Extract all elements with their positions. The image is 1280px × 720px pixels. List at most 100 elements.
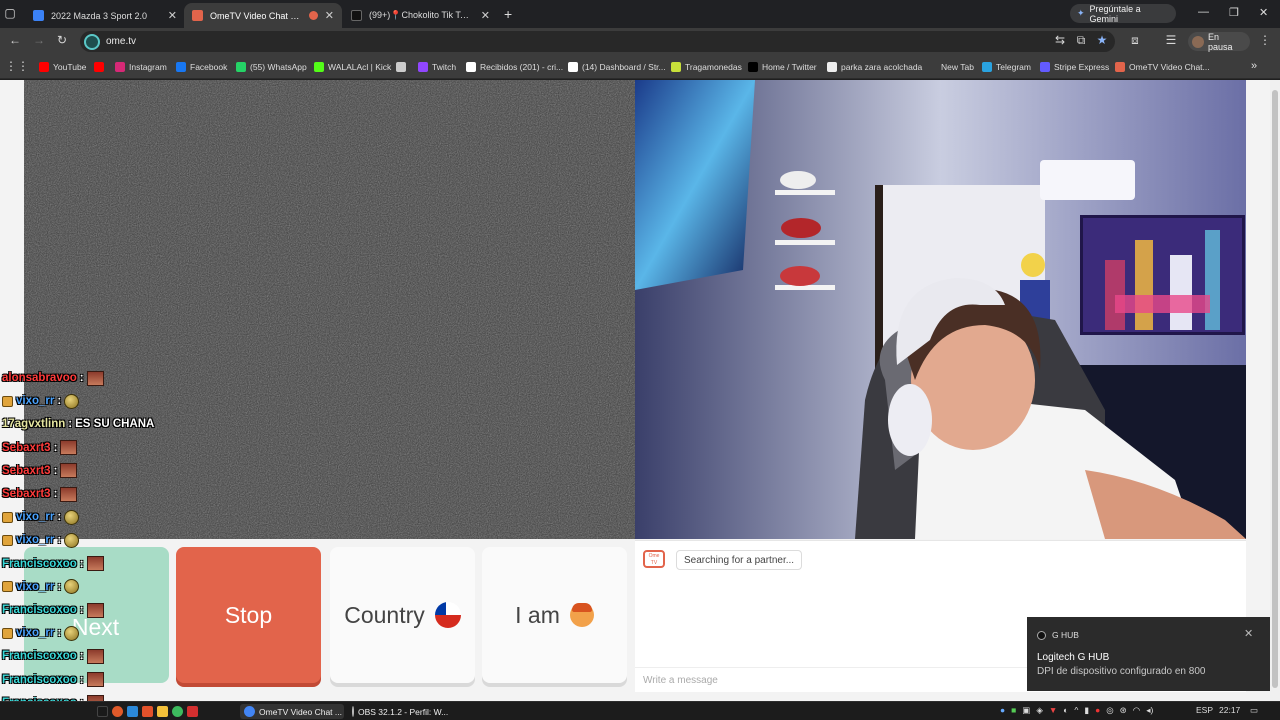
bookmark-favicon-icon (115, 62, 125, 72)
gemini-icon: ✦ (1077, 8, 1085, 18)
notification-center-icon[interactable]: ▭ (1250, 705, 1258, 716)
bookmark-item[interactable]: (14) Dashboard / Str... (568, 60, 666, 74)
tab-mazda[interactable]: 2022 Mazda 3 Sport 2.0 ✕ (25, 3, 185, 28)
static-noise (24, 80, 635, 539)
tray-icon[interactable]: ◈ (1036, 705, 1043, 716)
menu-icon[interactable]: ⋮ (1257, 33, 1273, 47)
system-tray: ● ■ ▣ ◈ ▼ ◐ ^ ▮ ● ◎ ⊛ ◠ ◂) (1000, 705, 1153, 716)
bookmark-item[interactable]: YouTube (39, 60, 86, 74)
close-icon[interactable]: ✕ (481, 9, 490, 22)
bookmark-item[interactable] (396, 60, 406, 74)
address-bar[interactable]: ome.tv (80, 31, 1115, 52)
bookmark-favicon-icon (1040, 62, 1050, 72)
translate-icon[interactable]: ⇆ (1052, 33, 1068, 47)
bookmark-item[interactable]: Twitch (418, 60, 456, 74)
bookmark-item[interactable]: Home / Twitter (748, 60, 817, 74)
tray-icon[interactable]: ▣ (1022, 705, 1030, 716)
tray-icon[interactable]: ▼ (1049, 705, 1057, 716)
start-icon[interactable] (97, 706, 108, 717)
bookmark-item[interactable]: OmeTV Video Chat... (1115, 60, 1210, 74)
tab-tiktok[interactable]: (99+)📍Chokolito Tik Tok 📍 c ✕ (343, 3, 498, 28)
tray-icon[interactable]: ◐ (1063, 705, 1068, 716)
bookmark-label: Instagram (129, 62, 167, 72)
tray-icon[interactable]: ● (1000, 705, 1005, 716)
stop-button[interactable]: Stop (176, 547, 321, 683)
tray-icon[interactable]: ⊛ (1120, 705, 1127, 716)
tab-title: (99+)📍Chokolito Tik Tok 📍 c (369, 10, 474, 20)
taskbar-app-obs[interactable]: OBS 32.1.2 - Perfil: W... (348, 704, 448, 719)
bookmark-item[interactable]: Facebook (176, 60, 227, 74)
language-indicator[interactable]: ESP (1196, 705, 1213, 715)
apps-icon[interactable]: ⋮⋮ (5, 59, 29, 73)
notification-app: G HUB (1037, 630, 1079, 640)
back-icon[interactable]: ← (7, 33, 23, 47)
bookmarks-overflow-button[interactable]: » (1251, 60, 1257, 72)
url-text: ome.tv (106, 36, 137, 47)
gemini-label: Pregúntale a Gemini (1089, 3, 1141, 24)
bookmark-favicon-icon (176, 62, 186, 72)
tray-icon[interactable]: ■ (1011, 705, 1016, 716)
country-button[interactable]: Country (330, 547, 475, 683)
ometv-logo-icon: Ome TV (643, 550, 665, 568)
minimize-icon[interactable]: — (1198, 6, 1209, 18)
folder-icon[interactable] (157, 706, 168, 717)
install-icon[interactable]: ⧉ (1073, 33, 1089, 48)
close-icon[interactable]: ✕ (168, 9, 177, 22)
close-icon[interactable]: ✕ (325, 9, 334, 22)
store-icon[interactable] (127, 706, 138, 717)
reading-list-icon[interactable]: ☰ (1163, 33, 1179, 47)
profile-button[interactable]: En pausa (1188, 32, 1250, 52)
bookmark-item[interactable]: Recibidos (201) - cri... (466, 60, 563, 74)
tab-favicon-icon (192, 10, 203, 21)
message-input[interactable]: Write a message (643, 675, 718, 686)
bookmark-item[interactable]: parka zara acolchada (827, 60, 922, 74)
restore-icon[interactable]: ❐ (1229, 6, 1239, 19)
bookmark-item[interactable]: Telegram (982, 60, 1031, 74)
volume-icon[interactable]: ◂) (1146, 705, 1153, 716)
bookmark-item[interactable]: (55) WhatsApp (236, 60, 307, 74)
clock[interactable]: 22:17 (1219, 705, 1240, 715)
bookmark-item[interactable]: New Tab (927, 60, 974, 74)
notification-toast[interactable]: G HUB ✕ Logitech G HUB DPI de dispositiv… (1027, 617, 1270, 691)
gender-button[interactable]: I am (482, 547, 627, 683)
bookmark-item[interactable]: Stripe Express (1040, 60, 1109, 74)
tray-icon[interactable]: ● (1095, 705, 1100, 716)
bookmark-favicon-icon (94, 62, 104, 72)
tab-ometv[interactable]: OmeTV Video Chat — Ome ✕ (184, 3, 342, 28)
star-icon[interactable]: ★ (1094, 33, 1110, 47)
webcam-scene (635, 80, 1246, 539)
bookmark-favicon-icon (568, 62, 578, 72)
taskbar-app-ometv[interactable]: OmeTV Video Chat ... (240, 704, 344, 719)
self-video (635, 80, 1246, 539)
bookmark-item[interactable] (94, 60, 104, 74)
chile-flag-icon (434, 602, 461, 628)
obs-icon (352, 706, 354, 717)
firefox-icon[interactable] (112, 706, 123, 717)
close-icon[interactable]: ✕ (1244, 627, 1253, 640)
mic-icon[interactable]: ▮ (1084, 705, 1089, 716)
extensions-icon[interactable]: ⧈ (1127, 33, 1143, 48)
next-button[interactable]: Next (24, 547, 169, 683)
scrollbar-thumb[interactable] (1272, 90, 1278, 688)
tray-icon[interactable]: ◎ (1106, 705, 1113, 716)
chevron-up-icon[interactable]: ^ (1074, 705, 1078, 716)
bookmark-item[interactable]: Instagram (115, 60, 167, 74)
window-close-icon[interactable]: ✕ (1259, 6, 1268, 19)
country-label: Country (344, 601, 425, 628)
reload-icon[interactable]: ↻ (54, 33, 70, 47)
gemini-button[interactable]: ✦ Pregúntale a Gemini (1070, 3, 1176, 24)
bookmark-item[interactable]: WALALAcl | Kick (314, 60, 391, 74)
bookmark-item[interactable]: Tragamonedas (671, 60, 742, 74)
tab-search-icon[interactable]: ▢ (2, 6, 18, 20)
spotify-icon[interactable] (172, 706, 183, 717)
page-scrollbar[interactable] (1270, 80, 1280, 701)
new-tab-button[interactable]: + (504, 6, 512, 22)
brave-icon[interactable] (142, 706, 153, 717)
mail-icon[interactable] (187, 706, 198, 717)
forward-icon[interactable]: → (31, 33, 47, 47)
site-info-icon[interactable] (84, 33, 100, 50)
taskbar-app-label: OBS 32.1.2 - Perfil: W... (358, 706, 449, 717)
start-icons (97, 704, 198, 719)
wifi-icon[interactable]: ◠ (1133, 705, 1140, 716)
bookmark-label: New Tab (941, 62, 974, 72)
